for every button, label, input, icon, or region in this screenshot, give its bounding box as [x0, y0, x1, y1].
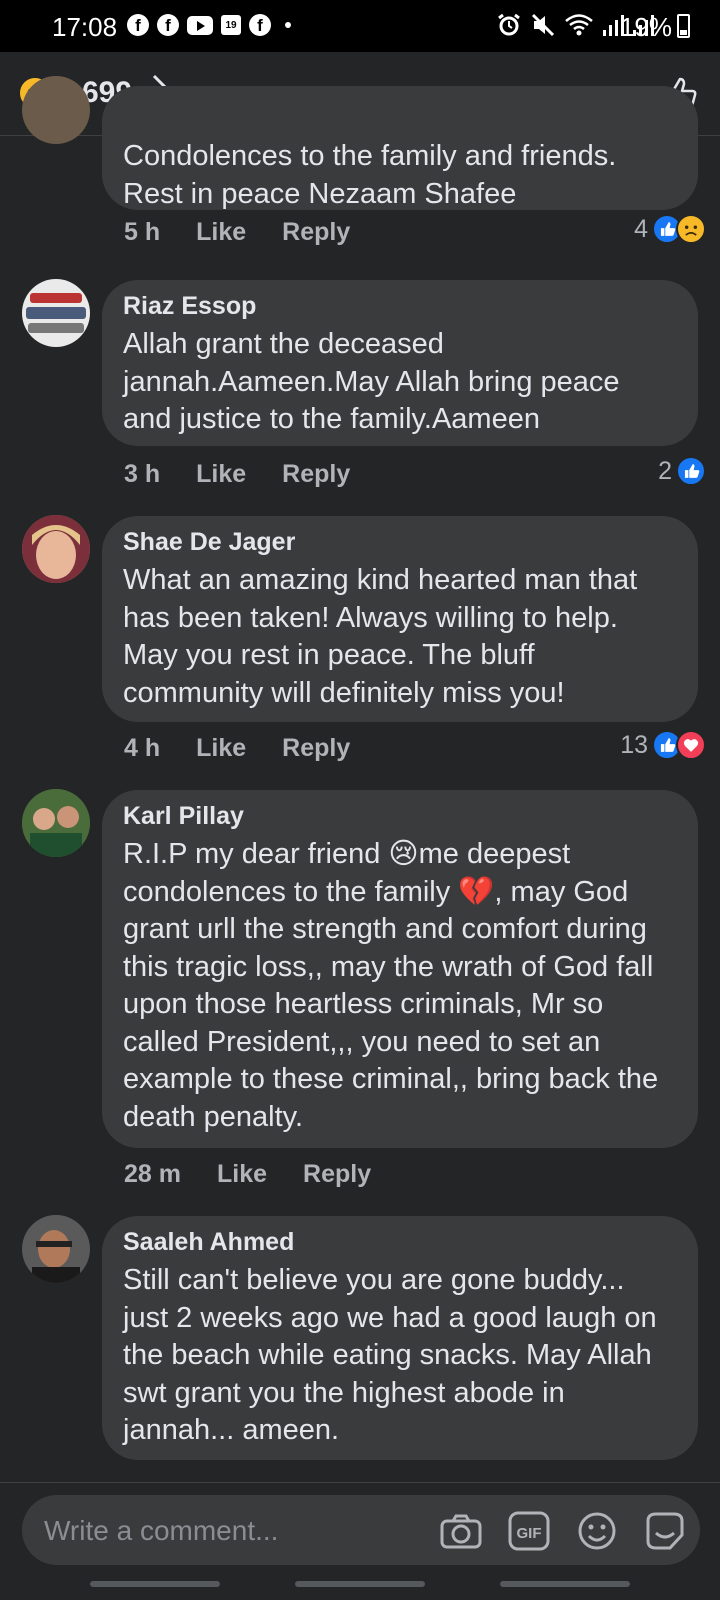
facebook-icon: f	[249, 14, 271, 36]
reply-link[interactable]: Reply	[282, 460, 350, 489]
comment-time[interactable]: 28 m	[124, 1160, 181, 1189]
broken-heart-emoji: 💔	[458, 875, 495, 908]
nav-gesture-home[interactable]	[295, 1581, 425, 1587]
comment-actions: 5 h Like Reply	[124, 218, 350, 247]
facebook-icon: f	[127, 14, 149, 36]
calendar-icon: 19	[221, 15, 241, 35]
mute-icon	[531, 13, 555, 37]
avatar[interactable]	[22, 279, 90, 347]
reaction-count: 2	[658, 456, 672, 485]
comment-text: R.I.P my dear friend 😢me deepest condole…	[123, 836, 674, 1136]
reply-link[interactable]: Reply	[282, 734, 350, 763]
comment-actions: 28 m Like Reply	[124, 1160, 371, 1189]
comment-reactions[interactable]: 13	[620, 730, 706, 760]
nav-gesture-left[interactable]	[90, 1581, 220, 1587]
sticker-icon[interactable]	[642, 1508, 688, 1554]
alarm-icon	[498, 13, 520, 36]
avatar[interactable]	[22, 76, 90, 144]
status-time: 17:08	[52, 12, 118, 42]
crying-emoji: 😢	[388, 838, 419, 870]
comment-text: What an amazing kind hearted man that ha…	[123, 564, 638, 709]
comment-reactions[interactable]: 2	[658, 456, 706, 486]
commenter-name[interactable]: Shae De Jager	[123, 528, 674, 557]
youtube-icon	[187, 15, 213, 35]
comment-composer: Write a comment... GIF	[0, 1482, 720, 1600]
comment-input[interactable]: Write a comment... GIF	[22, 1495, 700, 1565]
reply-link[interactable]: Reply	[282, 218, 350, 247]
comment-text-part: , may God grant urll the strength and co…	[123, 875, 659, 1133]
camera-icon[interactable]	[438, 1508, 484, 1554]
sad-reaction-icon	[676, 214, 706, 244]
like-link[interactable]: Like	[217, 1160, 267, 1189]
like-link[interactable]: Like	[196, 460, 246, 489]
reaction-count: 4	[634, 214, 648, 243]
comment-bubble[interactable]: Condolences to the family and friends. R…	[102, 86, 698, 210]
comment-bubble[interactable]: Saaleh Ahmed Still can't believe you are…	[102, 1216, 698, 1460]
avatar[interactable]	[22, 789, 90, 857]
notification-icons: f f 19 f	[127, 14, 291, 36]
more-notifications-dot	[285, 22, 291, 28]
comment-time[interactable]: 3 h	[124, 460, 160, 489]
comment-actions: 4 h Like Reply	[124, 734, 350, 763]
facebook-icon: f	[157, 14, 179, 36]
status-bar: 17:08 f f 19 f 19%	[0, 0, 720, 52]
battery-percent: 19%	[619, 12, 672, 42]
like-link[interactable]: Like	[196, 218, 246, 247]
comment-text: Condolences to the family and friends. R…	[123, 140, 617, 210]
avatar[interactable]	[22, 1215, 90, 1283]
comment-text: Allah grant the deceased jannah.Aameen.M…	[123, 328, 620, 435]
wifi-icon	[565, 14, 593, 36]
comment-time[interactable]: 4 h	[124, 734, 160, 763]
comment-bubble[interactable]: Riaz Essop Allah grant the deceased jann…	[102, 280, 698, 446]
comment-actions: 3 h Like Reply	[124, 460, 350, 489]
like-reaction-icon	[676, 456, 706, 486]
comment-time[interactable]: 5 h	[124, 218, 160, 247]
battery-icon	[677, 14, 690, 38]
comment-text-part: R.I.P my dear friend	[123, 838, 389, 870]
like-link[interactable]: Like	[196, 734, 246, 763]
nav-gesture-right[interactable]	[500, 1581, 630, 1587]
svg-text:GIF: GIF	[517, 1525, 542, 1542]
comment-placeholder: Write a comment...	[44, 1515, 279, 1546]
comment-text: Still can't believe you are gone buddy..…	[123, 1264, 657, 1446]
commenter-name[interactable]: Karl Pillay	[123, 802, 674, 831]
comment-bubble[interactable]: Shae De Jager What an amazing kind heart…	[102, 516, 698, 722]
reaction-count: 13	[620, 730, 648, 759]
commenter-name[interactable]: Saaleh Ahmed	[123, 1228, 674, 1257]
comment-bubble[interactable]: Karl Pillay R.I.P my dear friend 😢me dee…	[102, 790, 698, 1148]
composer-actions: GIF	[438, 1508, 688, 1554]
emoji-icon[interactable]	[574, 1508, 620, 1554]
avatar[interactable]	[22, 515, 90, 583]
gif-icon[interactable]: GIF	[506, 1508, 552, 1554]
comment-reactions[interactable]: 4	[634, 214, 706, 244]
love-reaction-icon	[676, 730, 706, 760]
commenter-name[interactable]: Riaz Essop	[123, 292, 674, 321]
reply-link[interactable]: Reply	[303, 1160, 371, 1189]
